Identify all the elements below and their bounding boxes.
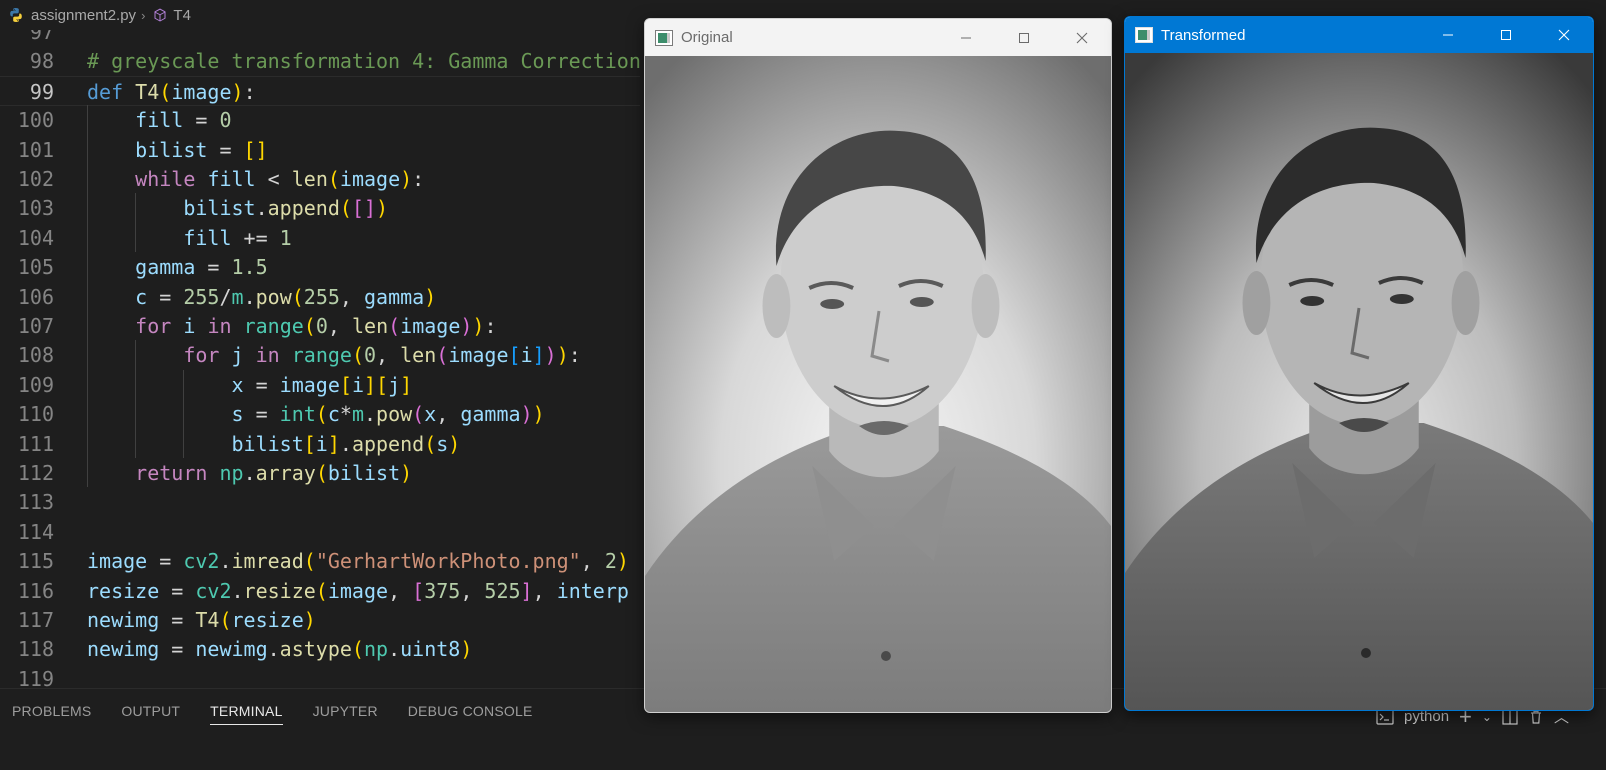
code-text[interactable]: return np.array(bilist) (87, 458, 412, 488)
code-text[interactable]: newimg = T4(resize) (87, 605, 316, 635)
line-number: 105 (17, 255, 54, 280)
indent-guide (87, 105, 88, 488)
code-line[interactable]: 118 newimg = newimg.astype(np.uint8) (0, 634, 640, 664)
minimize-button[interactable] (937, 20, 995, 56)
line-number: 107 (17, 314, 54, 338)
transformed-titlebar[interactable]: Transformed (1125, 17, 1593, 53)
code-line[interactable]: 109 x = image[i][j] (0, 370, 640, 400)
code-text[interactable]: def T4(image): (87, 77, 256, 107)
minimize-button[interactable] (1419, 17, 1477, 53)
code-text[interactable]: for i in range(0, len(image)): (87, 311, 496, 341)
code-text[interactable]: # greyscale transformation 4: Gamma Corr… (87, 46, 640, 76)
line-number: 113 (17, 490, 54, 515)
code-line[interactable]: 112 return np.array(bilist) (0, 458, 640, 488)
code-line[interactable]: 99 def T4(image): (0, 75, 640, 107)
breadcrumb-file[interactable]: assignment2.py (31, 7, 136, 24)
transformed-photo (1125, 53, 1593, 710)
line-number: 101 (17, 137, 54, 162)
code-line[interactable]: 110 s = int(c*m.pow(x, gamma)) (0, 399, 640, 429)
code-text[interactable]: fill += 1 (87, 223, 291, 253)
original-window[interactable]: Original (644, 18, 1112, 713)
line-number: 116 (17, 578, 54, 603)
code-line[interactable]: 113 (0, 487, 640, 517)
breadcrumb-symbol[interactable]: T4 (173, 7, 191, 24)
code-editor[interactable]: 97 98 # greyscale transformation 4: Gamma … (0, 30, 640, 688)
code-line[interactable]: 111 bilist[i].append(s) (0, 429, 640, 459)
chevron-down-icon[interactable]: ⌄ (1482, 710, 1492, 724)
indent-guide (135, 193, 136, 253)
code-line[interactable]: 104 fill += 1 (0, 223, 640, 253)
tab-jupyter[interactable]: JUPYTER (313, 689, 378, 733)
code-line[interactable]: 107 for i in range(0, len(image)): (0, 311, 640, 341)
original-photo (645, 56, 1111, 712)
code-text[interactable]: c = 255/m.pow(255, gamma) (87, 282, 436, 312)
python-file-icon (10, 8, 22, 22)
line-number: 100 (17, 108, 54, 133)
tab-output[interactable]: OUTPUT (121, 689, 180, 733)
window-title: Transformed (1161, 26, 1246, 44)
line-number: 110 (17, 402, 54, 427)
line-number: 111 (17, 431, 54, 456)
tab-problems[interactable]: PROBLEMS (12, 689, 91, 733)
code-text[interactable]: newimg = newimg.astype(np.uint8) (87, 634, 472, 664)
code-line[interactable]: 98 # greyscale transformation 4: Gamma Co… (0, 46, 640, 76)
code-line[interactable]: 114 (0, 517, 640, 547)
line-number: 118 (17, 637, 54, 662)
code-line[interactable]: 103 bilist.append([]) (0, 193, 640, 223)
code-line[interactable]: 102 while fill < len(image): (0, 164, 640, 194)
code-line[interactable]: 115 image = cv2.imread("GerhartWorkPhoto.… (0, 546, 640, 576)
indent-guide (183, 369, 184, 458)
line-number: 108 (17, 343, 54, 368)
tab-debug-console[interactable]: DEBUG CONSOLE (408, 689, 533, 733)
code-line[interactable]: 116 resize = cv2.resize(image, [375, 525]… (0, 576, 640, 606)
window-app-icon (655, 29, 673, 46)
line-number: 106 (17, 284, 54, 309)
code-line[interactable]: 108 for j in range(0, len(image[i])): (0, 340, 640, 370)
code-text[interactable]: for j in range(0, len(image[i])): (87, 340, 580, 370)
code-line[interactable]: 105 gamma = 1.5 (0, 252, 640, 282)
line-number: 109 (17, 372, 54, 397)
line-number: 117 (17, 608, 54, 632)
code-text[interactable]: while fill < len(image): (87, 164, 424, 194)
line-number: 102 (17, 167, 54, 191)
code-line[interactable]: 100 fill = 0 (0, 105, 640, 135)
code-text[interactable]: resize = cv2.resize(image, [375, 525], i… (87, 576, 629, 606)
code-text[interactable]: bilist[i].append(s) (87, 429, 461, 459)
line-number: 119 (17, 666, 54, 688)
code-line[interactable]: 101 bilist = [] (0, 135, 640, 165)
indent-guide (135, 340, 136, 458)
chevron-right-icon: › (141, 7, 146, 23)
line-number: 99 (29, 79, 54, 104)
original-titlebar[interactable]: Original (645, 19, 1111, 56)
code-line[interactable]: 97 (0, 30, 640, 47)
breadcrumb: assignment2.py › T4 (0, 0, 640, 30)
code-text[interactable]: bilist = [] (87, 135, 267, 165)
code-text[interactable]: bilist.append([]) (87, 193, 388, 223)
line-number: 98 (29, 49, 54, 74)
window-app-icon (1135, 27, 1153, 43)
code-text[interactable]: gamma = 1.5 (87, 252, 267, 282)
line-number: 112 (17, 461, 54, 485)
code-text[interactable]: image = cv2.imread("GerhartWorkPhoto.png… (87, 546, 629, 576)
line-number: 97 (29, 30, 54, 44)
code-line[interactable]: 119 (0, 664, 640, 688)
line-number: 103 (17, 196, 54, 221)
transformed-window[interactable]: Transformed (1124, 16, 1594, 711)
close-button[interactable] (1053, 20, 1111, 56)
symbol-method-icon (154, 8, 166, 22)
line-number: 115 (17, 549, 54, 574)
line-number: 104 (17, 225, 54, 250)
line-number: 114 (17, 519, 54, 544)
panel-tabs: PROBLEMS OUTPUT TERMINAL JUPYTER DEBUG CONSO… (12, 689, 533, 733)
maximize-button[interactable] (995, 20, 1053, 56)
code-line[interactable]: 106 c = 255/m.pow(255, gamma) (0, 282, 640, 312)
code-text[interactable]: s = int(c*m.pow(x, gamma)) (87, 399, 545, 429)
tab-terminal[interactable]: TERMINAL (210, 689, 283, 733)
window-title: Original (681, 29, 733, 46)
close-button[interactable] (1535, 17, 1593, 53)
code-text[interactable]: fill = 0 (87, 105, 231, 135)
maximize-button[interactable] (1477, 17, 1535, 53)
code-line[interactable]: 117 newimg = T4(resize) (0, 605, 640, 635)
